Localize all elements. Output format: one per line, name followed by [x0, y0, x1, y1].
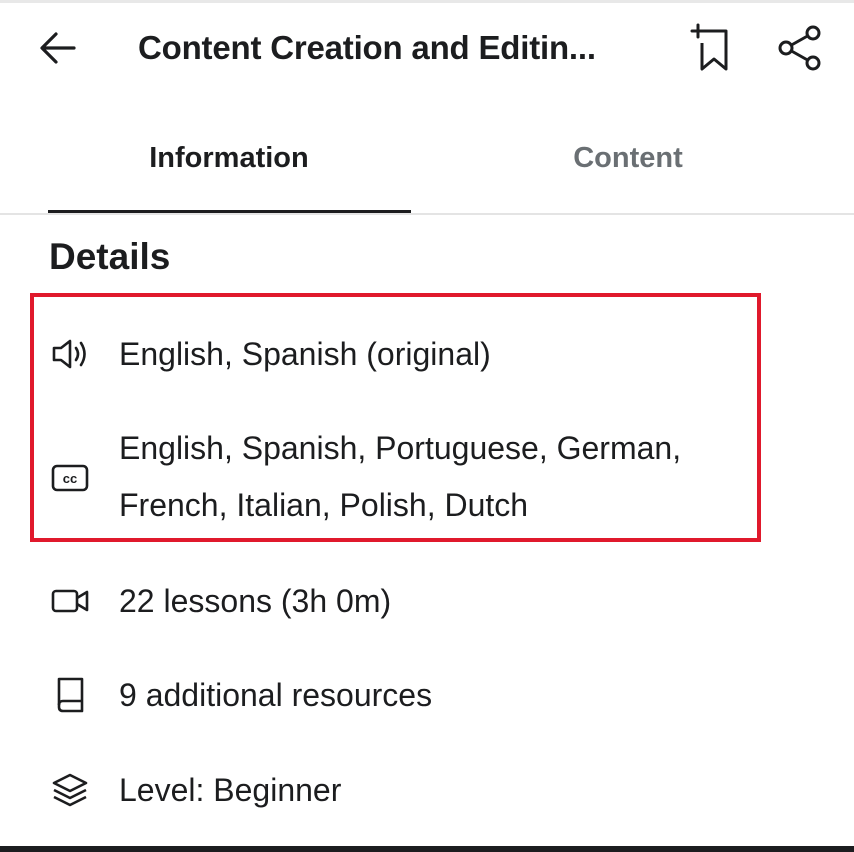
- bottom-bar: [0, 846, 854, 852]
- tab-information[interactable]: Information: [48, 138, 410, 178]
- details-heading: Details: [49, 236, 171, 277]
- app-header: Content Creation and Editin...: [0, 0, 854, 100]
- caption-languages-line2: French, Italian, Polish, Dutch: [119, 487, 529, 523]
- bookmark-add-icon: [690, 23, 728, 71]
- list-item-level: Level: Beginner: [0, 762, 854, 819]
- share-button[interactable]: [774, 22, 826, 74]
- page-title: Content Creation and Editin...: [138, 29, 596, 66]
- list-item-audio: English, Spanish (original): [0, 326, 854, 383]
- list-item-lessons: 22 lessons (3h 0m): [0, 573, 854, 630]
- share-icon: [778, 25, 821, 71]
- list-item-captions: cc English, Spanish, Portuguese, German,…: [0, 420, 854, 535]
- bookmark-button[interactable]: [686, 22, 738, 74]
- resources-text: 9 additional resources: [119, 677, 433, 713]
- speaker-icon: [48, 332, 92, 376]
- tab-divider: [0, 213, 854, 215]
- layers-icon: [48, 768, 92, 812]
- list-item-resources: 9 additional resources: [0, 667, 854, 724]
- tab-content[interactable]: Content: [430, 138, 826, 178]
- tab-bar: Information Content: [0, 110, 854, 215]
- level-text: Level: Beginner: [119, 772, 342, 808]
- lessons-text: 22 lessons (3h 0m): [119, 583, 392, 619]
- closed-captions-icon: cc: [48, 456, 92, 500]
- audio-languages-text: English, Spanish (original): [119, 336, 491, 372]
- back-button[interactable]: [34, 24, 82, 72]
- video-camera-icon: [48, 579, 92, 623]
- caption-languages-line1: English, Spanish, Portuguese, German,: [119, 430, 682, 466]
- book-icon: [48, 673, 92, 717]
- arrow-left-icon: [40, 32, 76, 64]
- svg-text:cc: cc: [63, 471, 77, 486]
